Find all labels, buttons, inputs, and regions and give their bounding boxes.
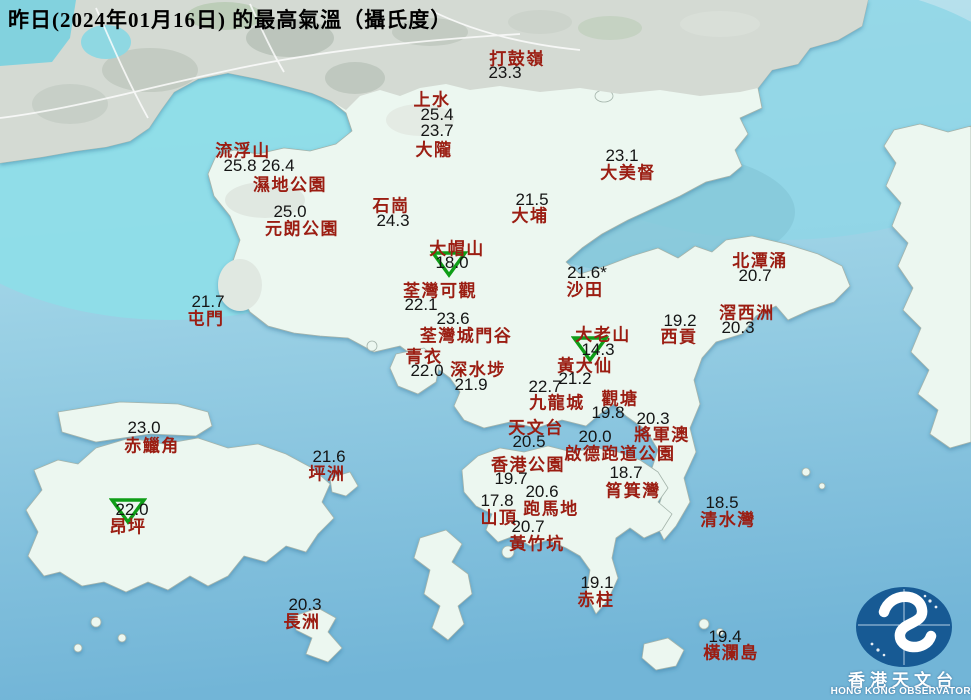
- station-value: 22.0: [410, 361, 444, 380]
- station-value: 21.6*: [567, 263, 607, 282]
- weather-map-screen: 23.3 打鼓嶺 25.4 上水 23.7 大隴 25.8 流浮山 26.4 濕地公園 25.0 元朗…: [0, 0, 971, 700]
- station-value: 20.5: [512, 432, 546, 451]
- station-value: 21.7: [191, 292, 225, 311]
- station-value: 23.1: [605, 146, 639, 165]
- station-value: 19.2: [663, 311, 697, 330]
- hko-logo: 香港天文台 HONG KONG OBSERVATORY: [831, 580, 971, 700]
- station-value: 18.7: [609, 463, 643, 482]
- station-value: 23.6: [436, 309, 470, 328]
- station-value: 14.3: [581, 340, 615, 359]
- station-value: 20.6: [525, 482, 559, 501]
- station-value: 22.0: [115, 500, 149, 519]
- station-value: 20.3: [636, 409, 670, 428]
- station-value: 26.4: [261, 156, 295, 175]
- station-value: 19.4: [708, 627, 742, 646]
- station-value: 22.7: [528, 377, 562, 396]
- station-value: 20.7: [511, 517, 545, 536]
- page-title: 昨日(2024年01月16日) 的最高氣溫（攝氏度）: [8, 8, 453, 32]
- station-value: 20.3: [721, 318, 755, 337]
- station-value: 21.5: [515, 190, 549, 209]
- station-value: 22.1: [404, 295, 438, 314]
- station-value: 21.6: [312, 447, 346, 466]
- stations-layer: 23.3 打鼓嶺 25.4 上水 23.7 大隴 25.8 流浮山 26.4 濕地公園 25.0 元朗…: [0, 0, 971, 700]
- station-value: 21.2: [558, 369, 592, 388]
- station-value: 18.5: [705, 493, 739, 512]
- station-value: 23.7: [420, 121, 454, 140]
- station-value: 24.3: [376, 211, 410, 230]
- station-value: 25.8: [223, 156, 257, 175]
- station-value: 17.8: [480, 491, 514, 510]
- station-value: 20.0: [578, 427, 612, 446]
- station-value: 19.1: [580, 573, 614, 592]
- station-value: 20.7: [738, 266, 772, 285]
- station-value: 21.9: [454, 375, 488, 394]
- station-value: 25.0: [273, 202, 307, 221]
- station-value: 19.7: [494, 469, 528, 488]
- station-value: 23.3: [488, 63, 522, 82]
- station-value: 20.3: [288, 595, 322, 614]
- station-value: 23.0: [127, 418, 161, 437]
- hko-logo-english-name: HONG KONG OBSERVATORY: [830, 686, 971, 697]
- station-value: 18.0: [435, 253, 469, 272]
- station-value: 19.8: [591, 403, 625, 422]
